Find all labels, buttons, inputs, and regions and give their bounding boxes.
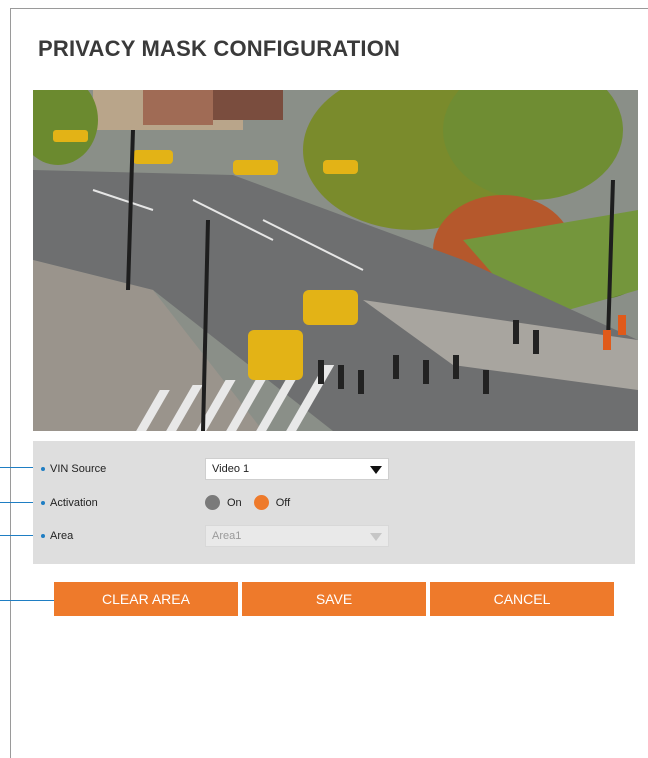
settings-panel: VIN Source Video 1 Activation On Off Are… [33,441,635,564]
dropdown-arrow-icon [370,466,382,474]
area-label: Area [41,530,73,542]
activation-on-label: On [227,496,242,509]
area-select[interactable]: Area1 [205,525,389,547]
activation-label: Activation [41,497,98,509]
dropdown-arrow-icon [370,533,382,541]
page: PRIVACY MASK CONFIGURATION VIN Source Vi… [0,0,648,758]
activation-radio-group: On Off [205,495,302,510]
vin-source-value: Video 1 [212,463,250,475]
save-button[interactable]: SAVE [242,582,426,616]
camera-feed-image[interactable] [33,90,638,431]
vin-source-label: VIN Source [41,463,106,475]
area-value: Area1 [212,530,242,542]
bullet-icon [41,501,45,506]
activation-off-label: Off [275,496,291,509]
cancel-button[interactable]: CANCEL [430,582,614,616]
page-title: PRIVACY MASK CONFIGURATION [38,36,401,61]
clear-area-button[interactable]: CLEAR AREA [54,582,238,616]
street-scene-illustration [33,90,638,431]
vin-source-select[interactable]: Video 1 [205,458,389,480]
bullet-icon [41,467,45,472]
activation-on-radio[interactable] [205,495,220,510]
activation-off-radio[interactable] [253,495,269,510]
bullet-icon [41,534,45,539]
